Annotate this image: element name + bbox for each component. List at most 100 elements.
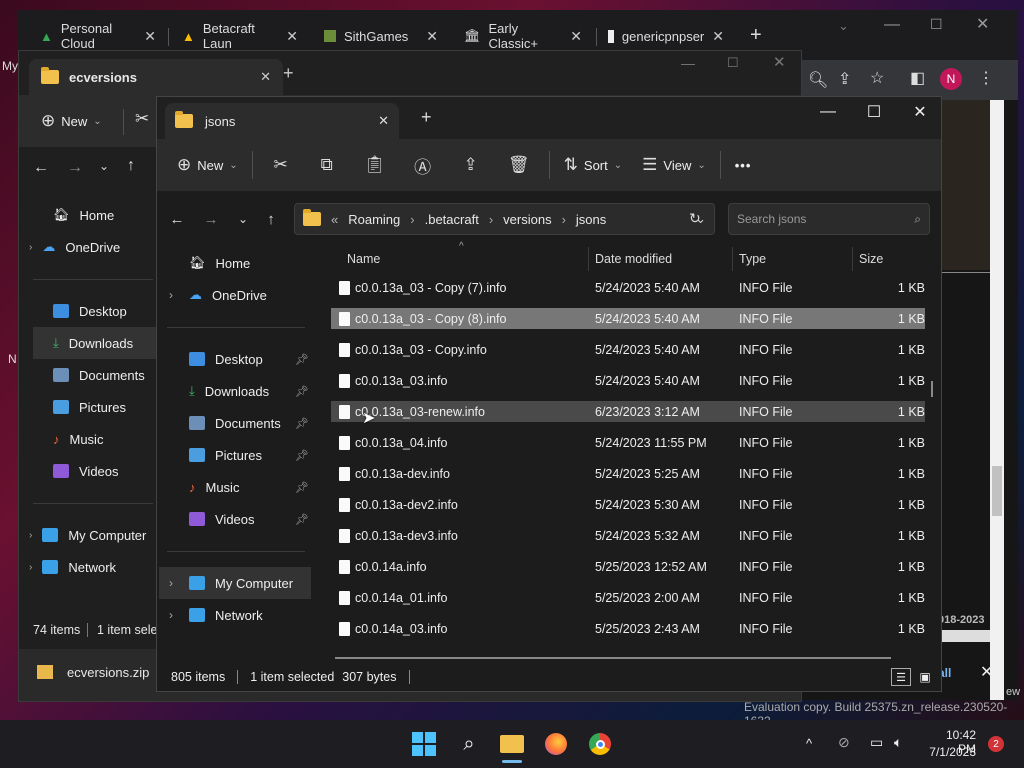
chrome-tab-early-classic[interactable]: 🏛 Early Classic+ ✕ — [454, 21, 592, 51]
file-explorer-icon[interactable] — [498, 730, 526, 758]
table-row[interactable]: c0.0.13a-dev2.info 5/24/2023 5:30 AM INFO … — [331, 494, 925, 515]
more-vert-icon[interactable]: ⋮ — [978, 68, 994, 88]
sidebar-item-desktop[interactable]: Desktop 📌︎ — [189, 343, 309, 375]
scrollbar[interactable] — [990, 100, 1004, 700]
cut-icon[interactable]: ✂ — [135, 109, 149, 129]
column-header-name[interactable]: Name — [347, 247, 380, 271]
minimize-icon[interactable]: — — [884, 16, 900, 34]
download-file-name[interactable]: ecversions.zip — [67, 665, 149, 680]
view-button[interactable]: ☰ View ⌄ — [634, 147, 714, 183]
column-divider[interactable] — [588, 247, 589, 271]
close-icon[interactable]: ✕ — [773, 53, 786, 71]
search-icon[interactable]: 🔍︎ — [808, 70, 828, 90]
sidebar-item-onedrive[interactable]: › ☁ OneDrive — [29, 231, 120, 263]
sidebar-item-documents[interactable]: Documents — [53, 359, 145, 391]
close-icon[interactable]: ✕ — [712, 28, 724, 45]
firefox-icon[interactable] — [542, 730, 570, 758]
star-icon[interactable]: ☆ — [870, 68, 884, 88]
sidebar-item-home[interactable]: 🏠︎ Home — [189, 247, 250, 279]
table-row[interactable]: c0.0.13a_03.info 5/24/2023 5:40 AM INFO Fi… — [331, 370, 925, 391]
maximize-icon[interactable]: ☐ — [851, 97, 897, 127]
sidebar-icon[interactable]: ◧ — [910, 68, 925, 88]
column-divider[interactable] — [852, 247, 853, 271]
paste-button[interactable]: 📋︎ — [351, 147, 399, 183]
search-icon[interactable]: ⌕ — [455, 730, 483, 758]
sidebar-item-desktop[interactable]: Desktop — [53, 295, 127, 327]
column-divider[interactable] — [732, 247, 733, 271]
chrome-tab-personal-cloud[interactable]: ▲ Personal Cloud ✕ — [30, 21, 166, 51]
table-row[interactable]: c0.0.13a_03 - Copy (8).info 5/24/2023 5:4… — [331, 308, 925, 329]
new-button[interactable]: ⊕ New ⌄ — [169, 147, 246, 183]
tab-ecversions[interactable]: ecversions ✕ — [29, 59, 283, 95]
table-row[interactable]: c0.0.13a_03 - Copy (7).info 5/24/2023 5:4… — [331, 277, 925, 298]
sidebar-item-home[interactable]: 🏠︎ Home — [53, 199, 114, 231]
chevron-down-icon[interactable]: ⌄ — [229, 205, 257, 233]
sidebar-item-videos[interactable]: Videos 📌︎ — [189, 503, 309, 535]
sidebar-item-music[interactable]: ♪ Music — [53, 423, 103, 455]
breadcrumb[interactable]: « Roaming › .betacraft › versions › json… — [294, 203, 715, 235]
sidebar-item-downloads[interactable]: ⤓ Downloads — [53, 327, 133, 359]
windows-start-icon[interactable] — [410, 730, 438, 758]
delete-button[interactable]: 🗑︎ — [495, 147, 543, 183]
new-tab-button[interactable]: + — [421, 107, 432, 128]
sidebar-item-my-computer[interactable]: › My Computer — [169, 567, 293, 599]
close-icon[interactable]: ✕ — [570, 28, 582, 45]
notification-badge[interactable]: 2 — [988, 736, 1004, 752]
maximize-icon[interactable]: ☐ — [727, 55, 739, 71]
close-icon[interactable]: ✕ — [897, 97, 943, 127]
scrollbar-thumb[interactable] — [931, 381, 933, 397]
forward-arrow-icon[interactable]: → — [197, 205, 225, 233]
sidebar-item-pictures[interactable]: Pictures — [53, 391, 126, 423]
display-icon[interactable]: ▭ — [870, 734, 883, 751]
avatar[interactable]: N — [940, 68, 962, 90]
more-options-button[interactable]: ••• — [727, 147, 760, 183]
maximize-icon[interactable]: ☐ — [930, 16, 943, 33]
tiles-view-icon[interactable]: ▣ — [915, 668, 935, 686]
sidebar-item-pictures[interactable]: Pictures 📌︎ — [189, 439, 309, 471]
chrome-tab-genericpnpser[interactable]: genericpnpser ✕ — [598, 22, 734, 50]
clock-date[interactable]: 7/1/2023 — [926, 745, 976, 759]
table-row[interactable]: c0.0.13a_03 - Copy.info 5/24/2023 5:40 AM… — [331, 339, 925, 360]
horizontal-scrollbar[interactable] — [335, 657, 891, 659]
share-icon[interactable]: ⇪ — [838, 69, 851, 89]
search-input[interactable]: Search jsons ⌕ — [728, 203, 930, 235]
table-row[interactable]: c0.0.13a-dev3.info 5/24/2023 5:32 AM INFO … — [331, 525, 925, 546]
chevron-down-icon[interactable]: ⌄ — [99, 159, 109, 173]
table-row[interactable]: c0.0.13a_04.info 5/24/2023 11:55 PM INFO F… — [331, 432, 925, 453]
scrollbar-thumb[interactable] — [992, 466, 1002, 516]
sidebar-item-network[interactable]: › Network — [169, 599, 263, 631]
refresh-icon[interactable]: ↻ — [689, 210, 701, 227]
cut-button[interactable]: ✂ — [259, 147, 303, 183]
pin-icon[interactable]: 📌︎ — [295, 417, 309, 430]
sidebar-item-videos[interactable]: Videos — [53, 455, 119, 487]
chrome-icon[interactable] — [586, 730, 614, 758]
new-tab-button[interactable]: + — [283, 63, 294, 84]
sort-button[interactable]: ⇅ Sort ⌄ — [556, 147, 630, 183]
close-icon[interactable]: ✕ — [426, 28, 438, 45]
column-header-size[interactable]: Size — [859, 247, 883, 271]
tab-jsons[interactable]: jsons ✕ — [165, 103, 399, 139]
sidebar-item-music[interactable]: ♪ Music 📌︎ — [189, 471, 309, 503]
minimize-icon[interactable]: — — [681, 55, 695, 71]
pin-icon[interactable]: 📌︎ — [295, 449, 309, 462]
copy-button[interactable]: ⧉ — [303, 147, 351, 183]
close-icon[interactable]: ✕ — [378, 113, 389, 129]
sidebar-item-onedrive[interactable]: › ☁ OneDrive — [169, 279, 267, 311]
close-icon[interactable]: ✕ — [144, 28, 156, 45]
minimize-icon[interactable]: — — [805, 97, 851, 127]
pin-icon[interactable]: 📌︎ — [295, 353, 309, 366]
table-row[interactable]: c0.0.13a_03-renew.info 6/23/2023 3:12 AM I… — [331, 401, 925, 422]
close-icon[interactable]: ✕ — [980, 662, 993, 682]
table-row[interactable]: c0.0.14a_03.info 5/25/2023 2:43 AM INFO Fi… — [331, 618, 925, 639]
table-row[interactable]: c0.0.14a_01.info 5/25/2023 2:00 AM INFO Fi… — [331, 587, 925, 608]
chevron-down-icon[interactable]: ⌄ — [838, 18, 849, 34]
close-icon[interactable]: ✕ — [260, 69, 271, 85]
close-icon[interactable]: ✕ — [286, 28, 298, 45]
column-header-date[interactable]: Date modified — [595, 247, 672, 271]
breadcrumb-item[interactable]: versions — [503, 212, 551, 227]
chrome-tab-sithgames[interactable]: SithGames ✕ — [314, 22, 448, 50]
pin-icon[interactable]: 📌︎ — [295, 481, 309, 494]
breadcrumb-item[interactable]: jsons — [576, 212, 606, 227]
chevron-up-icon[interactable]: ^ — [806, 736, 812, 751]
new-tab-button[interactable]: + — [750, 24, 762, 47]
